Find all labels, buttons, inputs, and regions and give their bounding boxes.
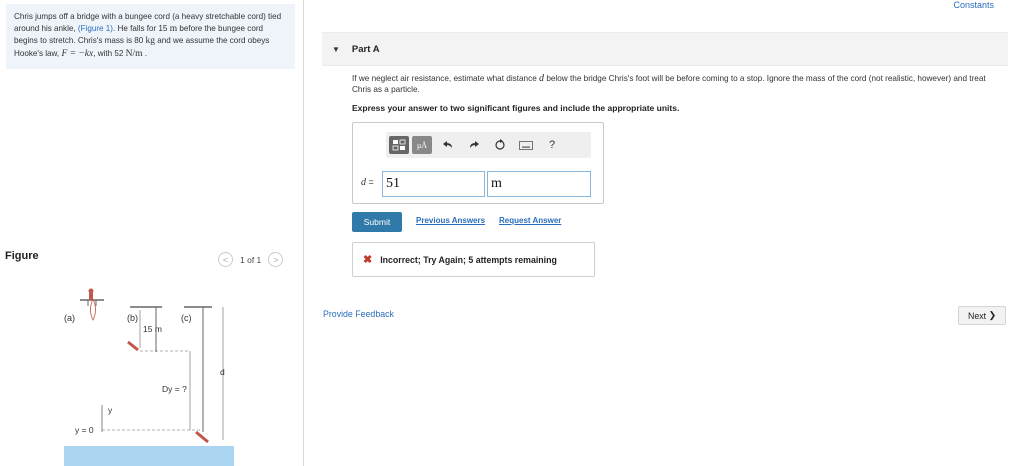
templates-button[interactable] xyxy=(389,136,409,154)
person-b xyxy=(127,340,139,352)
label-a: (a) xyxy=(64,313,75,323)
problem-text-6: . xyxy=(142,48,148,58)
constants-link[interactable]: Constants xyxy=(953,0,994,10)
left-pane: Chris jumps off a bridge with a bungee c… xyxy=(0,0,304,466)
part-title: Part A xyxy=(351,43,380,55)
label-y: y xyxy=(108,405,113,415)
answer-instruction: Express your answer to two significant f… xyxy=(352,103,680,113)
label-d: d xyxy=(220,367,225,377)
feedback-message: ✖ Incorrect; Try Again; 5 attempts remai… xyxy=(352,242,595,277)
prev-figure-button[interactable]: < xyxy=(218,252,233,267)
templates-icon xyxy=(392,139,406,151)
request-answer-link[interactable]: Request Answer xyxy=(499,216,561,225)
next-label: Next xyxy=(968,310,987,321)
cord-a xyxy=(90,298,96,321)
figure-link[interactable]: (Figure 1) xyxy=(78,24,113,33)
hooke-formula: F = −kx xyxy=(61,48,94,59)
reset-icon[interactable] xyxy=(490,136,510,154)
answer-box: μÅ ? d = 51 m xyxy=(352,122,604,204)
next-button[interactable]: Next ❯ xyxy=(958,306,1006,325)
redo-icon[interactable] xyxy=(464,136,484,154)
question-text: If we neglect air resistance, estimate w… xyxy=(352,73,1002,95)
label-dy: Dy = ? xyxy=(162,384,187,394)
feedback-text: Incorrect; Try Again; 5 attempts remaini… xyxy=(380,254,557,265)
unit-n-per-m: N/m xyxy=(125,48,143,59)
provide-feedback-link[interactable]: Provide Feedback xyxy=(323,309,394,319)
label-15m: 15 m xyxy=(143,324,162,334)
problem-statement: Chris jumps off a bridge with a bungee c… xyxy=(6,4,295,69)
next-chevron-icon: ❯ xyxy=(988,310,996,320)
person-a-head xyxy=(88,288,94,294)
help-icon[interactable]: ? xyxy=(542,136,562,154)
units-button[interactable]: μÅ xyxy=(412,136,432,154)
answer-label: d = xyxy=(361,177,374,188)
label-b: (b) xyxy=(127,313,138,323)
figure-heading: Figure xyxy=(5,250,39,262)
answer-eq: = xyxy=(366,177,374,187)
previous-answers-link[interactable]: Previous Answers xyxy=(416,216,485,225)
bungee-figure: (a) (b) 15 m (c) Dy = ? d y = 0 y xyxy=(64,288,234,466)
question-text-1: If we neglect air resistance, estimate w… xyxy=(352,74,540,83)
undo-icon[interactable] xyxy=(438,136,458,154)
person-c xyxy=(195,430,209,444)
math-toolbar: μÅ ? xyxy=(386,132,591,158)
unit-kg: kg xyxy=(145,36,156,47)
figure-pager: < 1 of 1 > xyxy=(218,252,284,267)
water xyxy=(64,446,234,466)
label-y0: y = 0 xyxy=(75,425,94,435)
person-a-body xyxy=(89,293,93,300)
problem-text-5: , with 52 xyxy=(93,48,126,58)
keyboard-icon[interactable] xyxy=(516,136,536,154)
part-a-header[interactable]: ▼ Part A xyxy=(322,32,1008,66)
figure-page-count: 1 of 1 xyxy=(240,254,262,265)
answer-unit-input[interactable]: m xyxy=(487,171,591,197)
error-x-icon: ✖ xyxy=(363,254,373,266)
collapse-caret-icon[interactable]: ▼ xyxy=(332,45,340,54)
problem-text-2: . He falls for 15 xyxy=(113,23,170,33)
label-c: (c) xyxy=(181,313,192,323)
next-figure-button[interactable]: > xyxy=(268,252,284,267)
unit-m: m xyxy=(169,23,178,34)
answer-value-input[interactable]: 51 xyxy=(382,171,485,197)
submit-button[interactable]: Submit xyxy=(352,212,402,232)
